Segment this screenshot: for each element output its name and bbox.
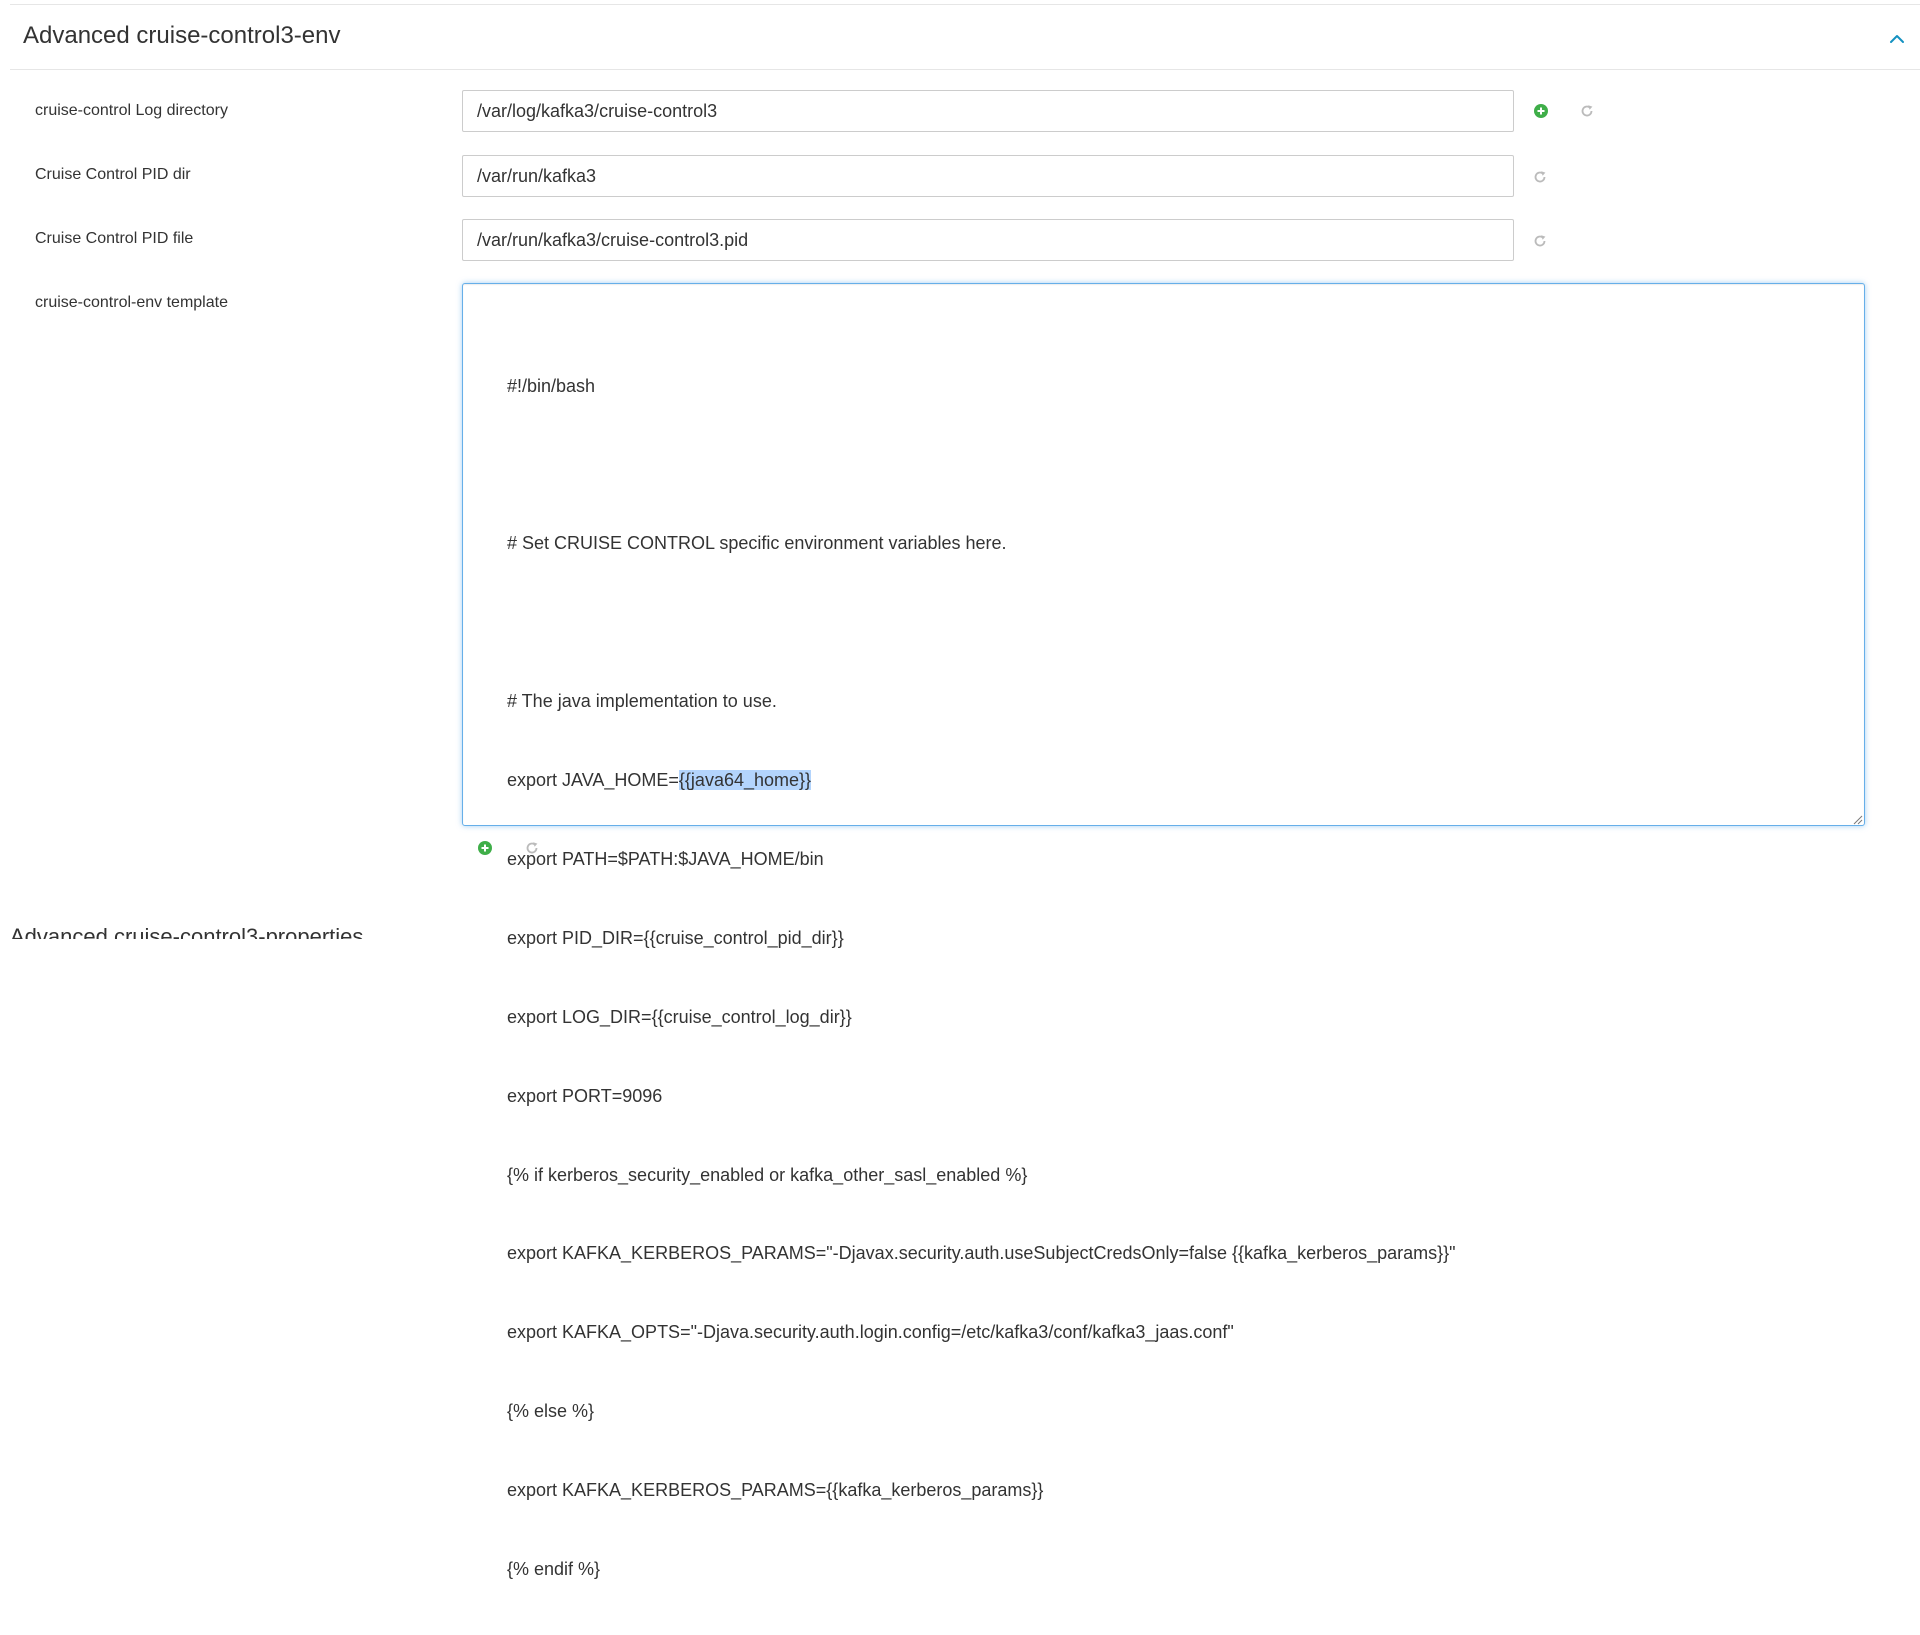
template-line: {% else %} (507, 1401, 595, 1422)
chevron-up-icon (1890, 35, 1904, 43)
add-override-button[interactable] (476, 839, 494, 857)
template-line: export PID_DIR={{cruise_control_pid_dir}… (507, 927, 844, 948)
undo-icon (1534, 171, 1546, 183)
template-line (507, 451, 1854, 477)
undo-button[interactable] (523, 839, 541, 857)
section-title: Advanced cruise-control3-env (23, 22, 341, 49)
template-line: export KAFKA_OPTS="-Djava.security.auth.… (507, 1322, 1234, 1343)
collapse-toggle-button[interactable] (1885, 27, 1909, 51)
template-line-java-home: export JAVA_HOME={{java64_home}} (507, 767, 1854, 793)
template-line: #!/bin/bash (507, 375, 596, 396)
pid-dir-label: Cruise Control PID dir (35, 166, 191, 183)
template-line (507, 609, 1854, 635)
undo-button[interactable] (1531, 168, 1549, 186)
plus-circle-icon (1534, 104, 1548, 118)
undo-button[interactable] (1531, 232, 1549, 250)
section-header[interactable]: Advanced cruise-control3-env (10, 5, 1920, 70)
undo-icon (526, 842, 538, 854)
template-line: export LOG_DIR={{cruise_control_log_dir}… (507, 1006, 852, 1027)
property-row-log-dir: cruise-control Log directory (0, 88, 1920, 136)
log-dir-label: cruise-control Log directory (35, 102, 228, 119)
add-override-button[interactable] (1532, 102, 1550, 120)
selected-text: {{java64_home}} (678, 770, 812, 791)
template-line: export PATH=$PATH:$JAVA_HOME/bin (507, 848, 824, 869)
template-line: export KAFKA_KERBEROS_PARAMS={{kafka_ker… (507, 1480, 1044, 1501)
template-content: #!/bin/bash # Set CRUISE CONTROL specifi… (507, 320, 1854, 1635)
template-line: export KAFKA_KERBEROS_PARAMS="-Djavax.se… (507, 1243, 1456, 1264)
template-textarea[interactable]: #!/bin/bash # Set CRUISE CONTROL specifi… (462, 283, 1865, 1579)
undo-icon (1534, 235, 1546, 247)
template-line: # The java implementation to use. (507, 691, 777, 712)
template-line-prefix: export JAVA_HOME= (507, 770, 679, 791)
undo-icon (1581, 105, 1593, 117)
template-line: {% if kerberos_security_enabled or kafka… (507, 1164, 1028, 1185)
plus-circle-icon (478, 841, 492, 855)
next-section-title[interactable]: Advanced cruise-control3-properties (10, 924, 363, 939)
template-line: {% endif %} (507, 1558, 601, 1579)
pid-file-input[interactable] (462, 219, 1514, 261)
pid-file-label: Cruise Control PID file (35, 230, 194, 247)
resize-grip-icon[interactable] (1851, 812, 1863, 825)
log-dir-input[interactable] (462, 90, 1514, 132)
undo-button[interactable] (1578, 102, 1596, 120)
template-line: export PORT=9096 (507, 1085, 663, 1106)
property-row-pid-dir: Cruise Control PID dir (0, 153, 1920, 201)
property-row-pid-file: Cruise Control PID file (0, 217, 1920, 265)
template-line: # Set CRUISE CONTROL specific environmen… (507, 533, 1007, 554)
pid-dir-input[interactable] (462, 155, 1514, 197)
template-label: cruise-control-env template (35, 294, 228, 311)
